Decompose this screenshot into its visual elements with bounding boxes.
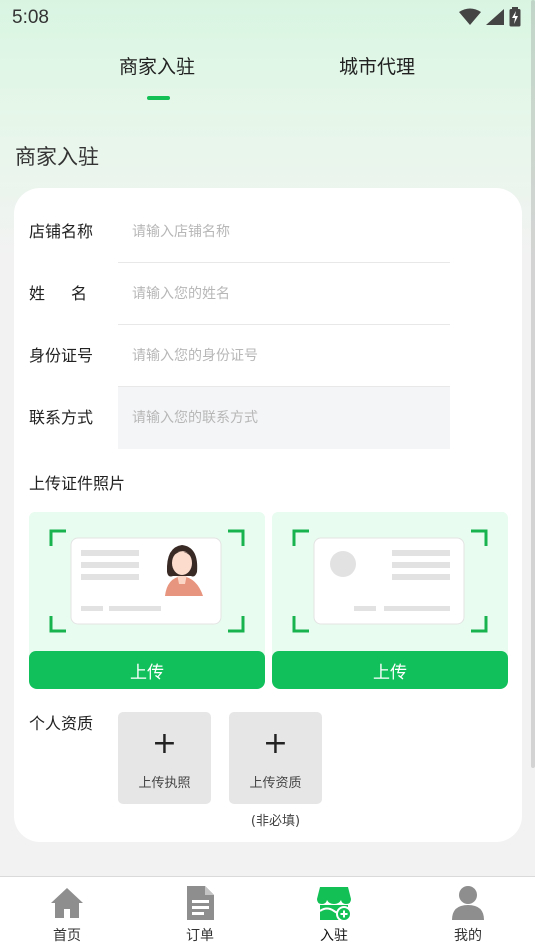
wifi-icon [459, 8, 481, 25]
store-name-label: 店铺名称 [29, 222, 94, 241]
id-number-label: 身份证号 [29, 346, 94, 365]
page-title: 商家入驻 [15, 145, 99, 169]
status-icons [459, 7, 521, 27]
optional-note: (非必填) [250, 814, 301, 829]
upload-license-label: 上传执照 [138, 776, 191, 791]
status-time: 5:08 [12, 7, 49, 28]
document-icon [187, 886, 214, 920]
nav-orders-label: 订单 [186, 928, 214, 944]
id-card-front-illustration [49, 529, 245, 633]
id-number-input[interactable] [118, 325, 450, 387]
nav-mine[interactable]: 我的 [428, 877, 508, 951]
upload-qualification-button[interactable]: + 上传资质 [229, 712, 322, 804]
application-form-card: 店铺名称 姓名 身份证号 联系方式 上传证件照片 [14, 188, 522, 842]
plus-icon: + [262, 726, 289, 761]
nav-join-label: 入驻 [320, 928, 348, 944]
person-icon [452, 886, 484, 920]
nav-join[interactable]: 入驻 [294, 877, 374, 951]
upload-front-button[interactable]: 上传 [29, 651, 265, 689]
id-front-upload-panel[interactable]: 上传 [29, 512, 265, 689]
nav-orders[interactable]: 订单 [160, 877, 240, 951]
qualification-label: 个人资质 [29, 714, 94, 733]
plus-icon: + [151, 726, 178, 761]
home-icon [51, 888, 83, 918]
id-back-upload-panel[interactable]: 上传 [272, 512, 508, 689]
store-name-input[interactable] [118, 201, 450, 263]
store-icon [317, 887, 352, 921]
upload-photos-title: 上传证件照片 [29, 474, 126, 493]
tab-merchant-join[interactable]: 商家入驻 [119, 52, 195, 79]
id-card-back-illustration [292, 529, 488, 633]
active-tab-indicator [147, 96, 170, 100]
contact-label: 联系方式 [29, 408, 94, 427]
battery-icon [509, 7, 521, 27]
form-row-name: 姓名 [14, 263, 522, 325]
nav-mine-label: 我的 [454, 928, 482, 944]
form-row-store-name: 店铺名称 [14, 201, 522, 263]
tab-city-agent[interactable]: 城市代理 [339, 52, 415, 79]
bottom-navigation: 首页 订单 入驻 我的 [0, 876, 535, 951]
name-input[interactable] [118, 263, 450, 325]
contact-input[interactable] [118, 387, 450, 449]
nav-home[interactable]: 首页 [27, 877, 107, 951]
form-row-contact: 联系方式 [14, 387, 522, 449]
form-row-id-number: 身份证号 [14, 325, 522, 387]
tab-bar: 商家入驻 城市代理 [0, 52, 535, 102]
upload-back-button[interactable]: 上传 [272, 651, 508, 689]
nav-home-label: 首页 [53, 928, 81, 944]
upload-qualification-label: 上传资质 [249, 776, 302, 791]
name-label: 姓名 [29, 284, 114, 303]
scrollbar[interactable] [531, 0, 535, 768]
upload-license-button[interactable]: + 上传执照 [118, 712, 211, 804]
status-bar: 5:08 [0, 0, 535, 36]
signal-icon [486, 9, 504, 25]
